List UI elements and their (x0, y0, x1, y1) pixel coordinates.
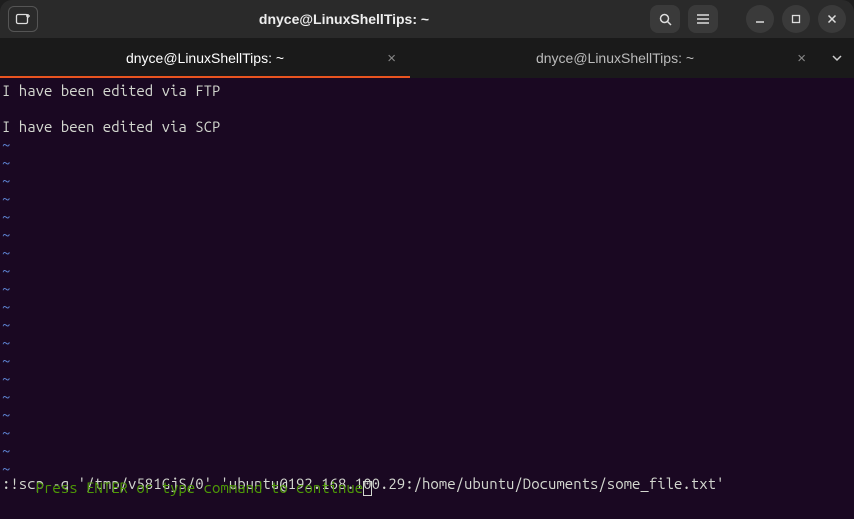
search-button[interactable] (650, 5, 680, 33)
terminal-content: I have been edited via FTP I have been e… (2, 82, 852, 478)
tab-close-button[interactable]: × (797, 51, 806, 66)
file-line: I have been edited via SCP (2, 118, 852, 136)
close-icon (826, 13, 838, 25)
vim-empty-line-tilde: ~ (2, 172, 852, 190)
vim-empty-line-tilde: ~ (2, 190, 852, 208)
terminal-tab-2[interactable]: dnyce@LinuxShellTips: ~ × (410, 38, 820, 78)
vim-empty-line-tilde: ~ (2, 154, 852, 172)
minimize-icon (754, 13, 766, 25)
vim-empty-line-tilde: ~ (2, 226, 852, 244)
window-titlebar: dnyce@LinuxShellTips: ~ (0, 0, 854, 38)
tab-label: dnyce@LinuxShellTips: ~ (126, 50, 284, 66)
vim-empty-line-tilde: ~ (2, 298, 852, 316)
vim-empty-line-tilde: ~ (2, 370, 852, 388)
close-button[interactable] (818, 5, 846, 33)
vim-empty-line-tilde: ~ (2, 334, 852, 352)
search-icon (658, 12, 673, 27)
file-line (2, 100, 852, 118)
vim-status-line: Press ENTER or type command to continue (2, 461, 372, 515)
titlebar-left (8, 6, 38, 32)
file-line: I have been edited via FTP (2, 82, 852, 100)
tab-bar: dnyce@LinuxShellTips: ~ × dnyce@LinuxShe… (0, 38, 854, 78)
chevron-down-icon (831, 54, 843, 62)
window-title: dnyce@LinuxShellTips: ~ (38, 11, 650, 27)
tab-label: dnyce@LinuxShellTips: ~ (536, 50, 694, 66)
minimize-button[interactable] (746, 5, 774, 33)
vim-empty-line-tilde: ~ (2, 280, 852, 298)
vim-empty-line-tilde: ~ (2, 406, 852, 424)
hamburger-menu-button[interactable] (688, 5, 718, 33)
vim-empty-line-tilde: ~ (2, 208, 852, 226)
vim-empty-line-tilde: ~ (2, 316, 852, 334)
terminal-tab-1[interactable]: dnyce@LinuxShellTips: ~ × (0, 38, 410, 78)
new-tab-button[interactable] (8, 6, 38, 32)
vim-empty-line-tilde: ~ (2, 262, 852, 280)
maximize-icon (790, 13, 802, 25)
vim-empty-line-tilde: ~ (2, 442, 852, 460)
vim-empty-line-tilde: ~ (2, 244, 852, 262)
vim-empty-line-tilde: ~ (2, 424, 852, 442)
vim-empty-line-tilde: ~ (2, 388, 852, 406)
maximize-button[interactable] (782, 5, 810, 33)
titlebar-right (650, 5, 846, 33)
hamburger-icon (696, 13, 710, 25)
tabs-dropdown-button[interactable] (820, 38, 854, 78)
vim-empty-line-tilde: ~ (2, 136, 852, 154)
terminal-viewport[interactable]: I have been edited via FTP I have been e… (0, 78, 854, 519)
tab-close-button[interactable]: × (387, 51, 396, 66)
vim-empty-line-tilde: ~ (2, 352, 852, 370)
terminal-cursor (363, 481, 372, 496)
new-tab-icon (15, 12, 31, 26)
status-text: Press ENTER or type command to continue (36, 479, 364, 496)
